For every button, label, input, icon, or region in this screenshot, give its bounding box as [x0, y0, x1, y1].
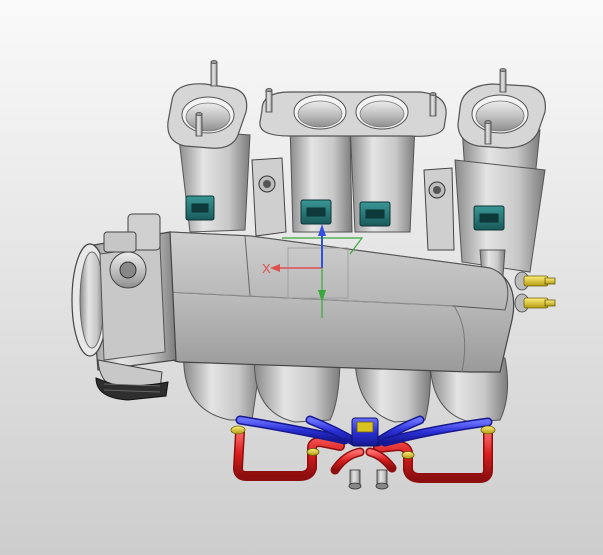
triad-x-label: X [262, 261, 271, 276]
intake-manifold-model[interactable]: X [0, 0, 603, 555]
cad-3d-viewport[interactable]: X [0, 0, 603, 555]
flange-center [259, 91, 447, 137]
flange-left [167, 83, 248, 149]
brass-vacuum-fittings [514, 271, 556, 313]
flange-right [457, 83, 546, 149]
throttle-body [71, 213, 177, 401]
